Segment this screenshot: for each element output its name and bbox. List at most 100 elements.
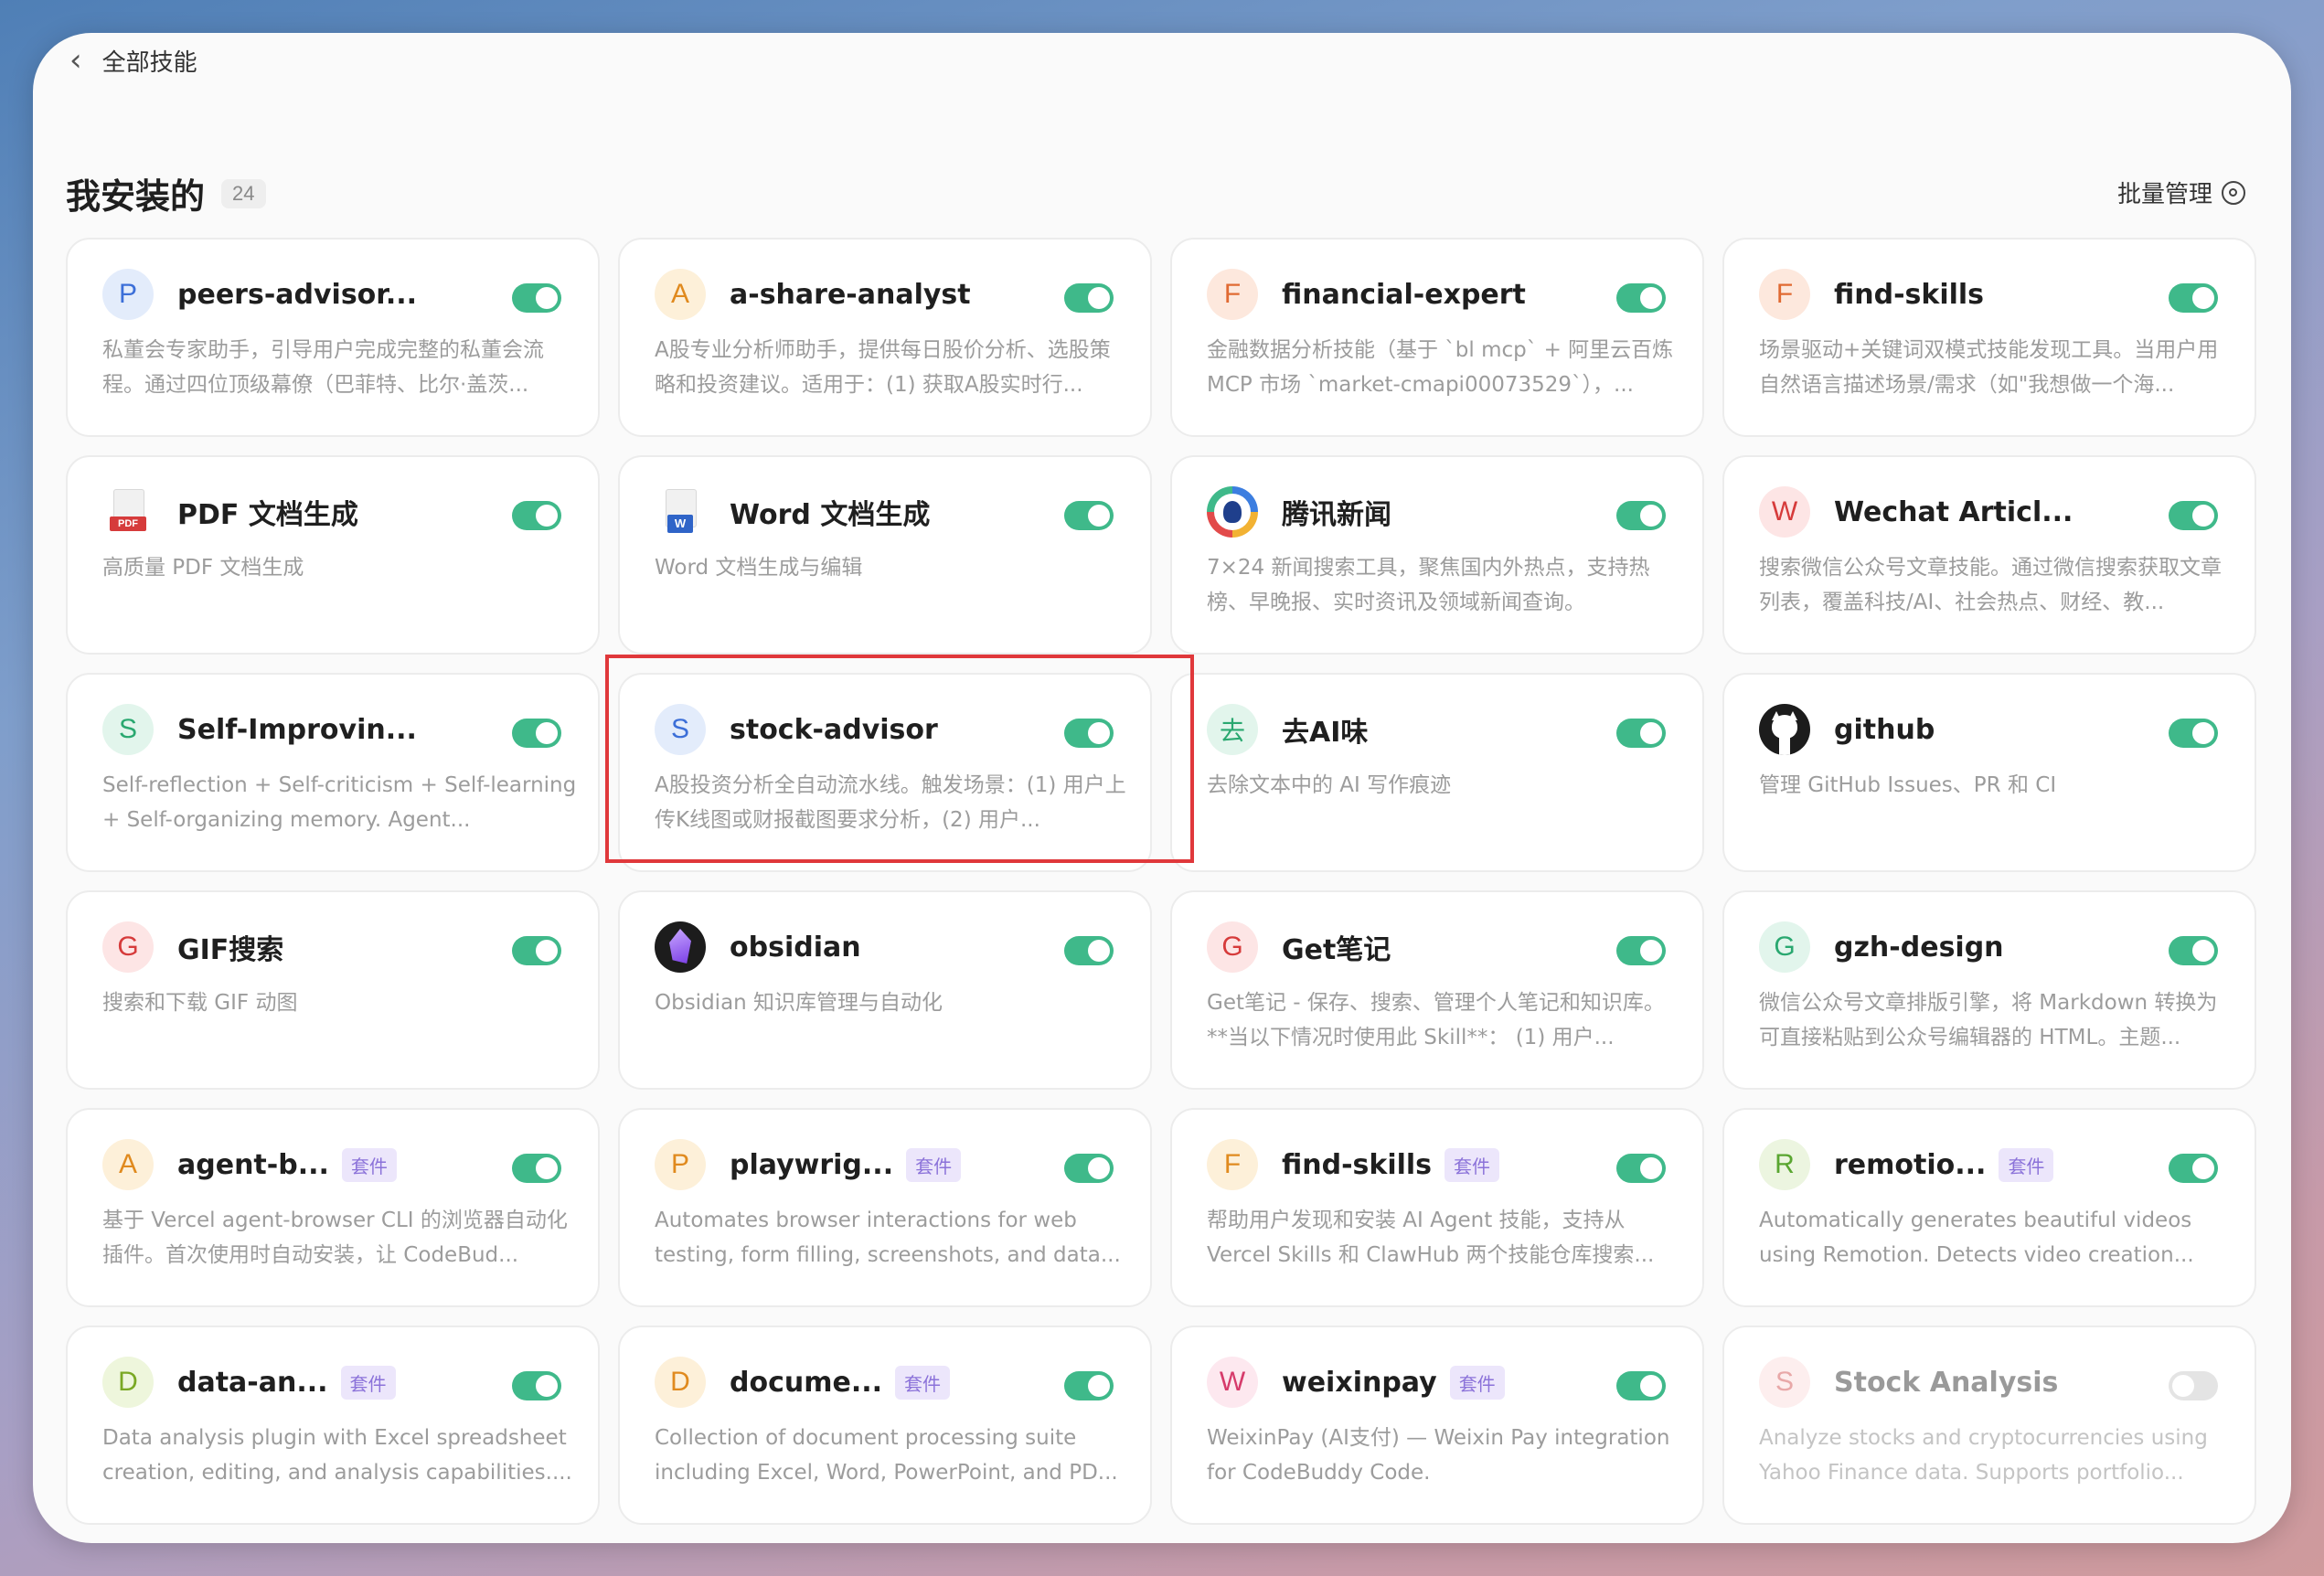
skill-description: 搜索微信公众号文章技能。通过微信搜索获取文章列表，覆盖科技/AI、社会热点、财经… bbox=[1759, 556, 2222, 614]
skill-title: PDF 文档生成 bbox=[177, 499, 358, 531]
skill-toggle[interactable] bbox=[512, 283, 561, 313]
back-label: 全部技能 bbox=[101, 48, 197, 77]
skill-toggle[interactable] bbox=[2169, 1371, 2218, 1400]
skill-card-obsidian[interactable]: obsidian Obsidian 知识库管理与自动化 bbox=[618, 890, 1152, 1090]
skill-toggle[interactable] bbox=[1616, 501, 1666, 530]
skill-title: peers-advisor... bbox=[177, 278, 418, 311]
kit-badge: 套件 bbox=[1999, 1147, 2054, 1182]
skill-description: A股专业分析师助手，提供每日股价分析、选股策略和投资建议。适用于：(1) 获取A… bbox=[655, 338, 1111, 397]
skill-title: GIF搜索 bbox=[177, 934, 284, 966]
skill-letter-icon: S bbox=[655, 704, 706, 755]
skill-card-gif-search[interactable]: G GIF搜索 搜索和下载 GIF 动图 bbox=[66, 890, 600, 1090]
skill-toggle[interactable] bbox=[1616, 936, 1666, 965]
skill-card-stock-advisor[interactable]: S stock-advisor A股投资分析全自动流水线。触发场景：(1) 用户… bbox=[618, 673, 1152, 872]
skill-title: gzh-design bbox=[1834, 931, 2004, 964]
skill-toggle[interactable] bbox=[1064, 1154, 1114, 1183]
chevron-left-icon: ‹ bbox=[69, 42, 82, 79]
skill-toggle[interactable] bbox=[1616, 1371, 1666, 1400]
skill-description: Automates browser interactions for web t… bbox=[655, 1209, 1121, 1267]
skill-letter-icon: D bbox=[102, 1357, 154, 1408]
skill-toggle[interactable] bbox=[1064, 283, 1114, 313]
skill-card-document[interactable]: D docume... 套件 Collection of document pr… bbox=[618, 1326, 1152, 1525]
skill-card-tencent-news[interactable]: 腾讯新闻 7×24 新闻搜索工具，聚焦国内外热点，支持热榜、早晚报、实时资讯及领… bbox=[1170, 455, 1704, 655]
skill-toggle[interactable] bbox=[512, 501, 561, 530]
skill-card-playwright[interactable]: P playwrig... 套件 Automates browser inter… bbox=[618, 1108, 1152, 1307]
section-header: 我安装的 24 bbox=[66, 168, 266, 218]
kit-badge: 套件 bbox=[895, 1365, 951, 1400]
skill-toggle[interactable] bbox=[2169, 936, 2218, 965]
skill-toggle[interactable] bbox=[1616, 1154, 1666, 1183]
skill-description: Word 文档生成与编辑 bbox=[655, 556, 863, 580]
skill-card-agent-browser[interactable]: A agent-b... 套件 基于 Vercel agent-browser … bbox=[66, 1108, 600, 1307]
skill-description: A股投资分析全自动流水线。触发场景：(1) 用户上传K线图或财报截图要求分析，(… bbox=[655, 773, 1126, 832]
skill-toggle[interactable] bbox=[1616, 719, 1666, 748]
skill-card-remove-ai-tone[interactable]: 去 去AI味 去除文本中的 AI 写作痕迹 bbox=[1170, 673, 1704, 872]
skill-toggle[interactable] bbox=[512, 936, 561, 965]
skill-title: 腾讯新闻 bbox=[1282, 499, 1391, 531]
skill-card-weixinpay[interactable]: W weixinpay 套件 WeixinPay (AI支付) — Weixin… bbox=[1170, 1326, 1704, 1525]
skill-letter-icon: S bbox=[1759, 1357, 1810, 1408]
skill-letter-icon: P bbox=[655, 1139, 706, 1190]
skill-title: financial-expert bbox=[1282, 278, 1526, 311]
skill-card-financial-expert[interactable]: F financial-expert 金融数据分析技能（基于 `bl mcp` … bbox=[1170, 238, 1704, 437]
skill-card-find-skills[interactable]: F find-skills 场景驱动+关键词双模式技能发现工具。当用户用自然语言… bbox=[1722, 238, 2256, 437]
skills-grid: P peers-advisor... 私董会专家助手，引导用户完成完整的私董会流… bbox=[66, 238, 2256, 1525]
skill-card-get-notes[interactable]: G Get笔记 Get笔记 - 保存、搜索、管理个人笔记和知识库。 **当以下情… bbox=[1170, 890, 1704, 1090]
skill-description: 高质量 PDF 文档生成 bbox=[102, 556, 304, 580]
back-button[interactable]: ‹ 全部技能 bbox=[69, 38, 197, 82]
skill-title: Wechat Articl... bbox=[1834, 495, 2073, 528]
skill-title: obsidian bbox=[730, 931, 861, 964]
skill-toggle[interactable] bbox=[512, 719, 561, 748]
skill-letter-icon: S bbox=[102, 704, 154, 755]
tencent-news-icon bbox=[1207, 486, 1258, 538]
skill-card-gzh-design[interactable]: G gzh-design 微信公众号文章排版引擎，将 Markdown 转换为可… bbox=[1722, 890, 2256, 1090]
skill-toggle[interactable] bbox=[512, 1371, 561, 1400]
skill-letter-icon: W bbox=[1759, 486, 1810, 538]
skill-title: Stock Analysis bbox=[1834, 1366, 2059, 1399]
kit-badge: 套件 bbox=[1449, 1365, 1505, 1400]
skill-letter-icon: F bbox=[1207, 269, 1258, 320]
kit-badge: 套件 bbox=[1445, 1147, 1500, 1182]
skill-title: Word 文档生成 bbox=[730, 499, 931, 531]
skill-description: 帮助用户发现和安装 AI Agent 技能，支持从 Vercel Skills … bbox=[1207, 1209, 1655, 1267]
skill-letter-icon: A bbox=[655, 269, 706, 320]
skill-letter-icon: W bbox=[1207, 1357, 1258, 1408]
skill-card-stock-analysis[interactable]: S Stock Analysis Analyze stocks and cryp… bbox=[1722, 1326, 2256, 1525]
skill-description: Automatically generates beautiful videos… bbox=[1759, 1209, 2194, 1267]
skill-description: Collection of document processing suite … bbox=[655, 1426, 1118, 1485]
skill-title: weixinpay bbox=[1282, 1366, 1437, 1399]
skill-description: 搜索和下载 GIF 动图 bbox=[102, 991, 298, 1015]
skill-description: WeixinPay (AI支付) — Weixin Pay integratio… bbox=[1207, 1426, 1670, 1485]
skill-card-peers-advisor[interactable]: P peers-advisor... 私董会专家助手，引导用户完成完整的私董会流… bbox=[66, 238, 600, 437]
count-badge: 24 bbox=[221, 178, 266, 208]
skill-toggle[interactable] bbox=[1064, 1371, 1114, 1400]
batch-manage-label: 批量管理 bbox=[2116, 181, 2212, 208]
skill-letter-icon: G bbox=[1759, 921, 1810, 973]
skill-card-remotion[interactable]: R remotio... 套件 Automatically generates … bbox=[1722, 1108, 2256, 1307]
skill-letter-icon: F bbox=[1759, 269, 1810, 320]
skill-toggle[interactable] bbox=[1616, 283, 1666, 313]
skill-card-github[interactable]: github 管理 GitHub Issues、PR 和 CI bbox=[1722, 673, 2256, 872]
skill-toggle[interactable] bbox=[2169, 719, 2218, 748]
skill-card-self-improving[interactable]: S Self-Improvin... Self-reflection + Sel… bbox=[66, 673, 600, 872]
skill-card-data-analysis[interactable]: D data-an... 套件 Data analysis plugin wit… bbox=[66, 1326, 600, 1525]
skill-toggle[interactable] bbox=[1064, 936, 1114, 965]
skill-title: find-skills bbox=[1834, 278, 1985, 311]
skill-toggle[interactable] bbox=[2169, 501, 2218, 530]
skill-card-wechat-article[interactable]: W Wechat Articl... 搜索微信公众号文章技能。通过微信搜索获取文… bbox=[1722, 455, 2256, 655]
skill-toggle[interactable] bbox=[1064, 501, 1114, 530]
skill-title: docume... bbox=[730, 1366, 883, 1399]
skill-toggle[interactable] bbox=[512, 1154, 561, 1183]
batch-manage-button[interactable]: 批量管理 bbox=[2117, 176, 2245, 209]
skill-letter-icon: G bbox=[1207, 921, 1258, 973]
skill-card-pdf[interactable]: PDF PDF 文档生成 高质量 PDF 文档生成 bbox=[66, 455, 600, 655]
skill-letter-icon: F bbox=[1207, 1139, 1258, 1190]
skill-toggle[interactable] bbox=[1064, 719, 1114, 748]
skill-card-find-skills-kit[interactable]: F find-skills 套件 帮助用户发现和安装 AI Agent 技能，支… bbox=[1170, 1108, 1704, 1307]
skill-description: 7×24 新闻搜索工具，聚焦国内外热点，支持热榜、早晚报、实时资讯及领域新闻查询… bbox=[1207, 556, 1650, 614]
skill-toggle[interactable] bbox=[2169, 283, 2218, 313]
skill-card-a-share-analyst[interactable]: A a-share-analyst A股专业分析师助手，提供每日股价分析、选股策… bbox=[618, 238, 1152, 437]
skill-toggle[interactable] bbox=[2169, 1154, 2218, 1183]
skill-letter-icon: 去 bbox=[1207, 704, 1258, 755]
skill-card-word[interactable]: W Word 文档生成 Word 文档生成与编辑 bbox=[618, 455, 1152, 655]
